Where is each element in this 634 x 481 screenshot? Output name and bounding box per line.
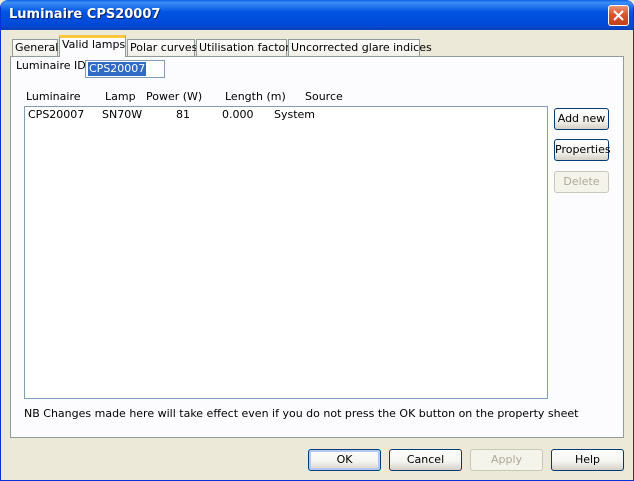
tab-polar-curves[interactable]: Polar curves — [127, 39, 197, 57]
window-title: Luminaire CPS20007 — [9, 7, 161, 22]
cell-power: 81 — [176, 108, 190, 121]
delete-button[interactable]: Delete — [554, 171, 609, 193]
column-header-luminaire[interactable]: Luminaire — [26, 90, 81, 103]
column-header-lamp[interactable]: Lamp — [105, 90, 136, 103]
column-header-power[interactable]: Power (W) — [146, 90, 202, 103]
cell-length: 0.000 — [222, 108, 254, 121]
apply-button[interactable]: Apply — [470, 449, 543, 471]
tab-uncorrected-glare-indices[interactable]: Uncorrected glare indices — [288, 39, 432, 57]
cell-lamp: SN70W — [102, 108, 143, 121]
cell-source: System — [274, 108, 316, 121]
luminaire-id-label: Luminaire ID — [16, 59, 86, 72]
column-header-source[interactable]: Source — [305, 90, 343, 103]
tab-valid-lamps[interactable]: Valid lamps — [59, 35, 126, 57]
changes-note: NB Changes made here will take effect ev… — [24, 407, 579, 420]
close-button[interactable] — [608, 5, 629, 26]
luminaire-id-value: CPS20007 — [88, 62, 147, 76]
cell-luminaire: CPS20007 — [28, 108, 85, 121]
tab-utilisation-factors[interactable]: Utilisation factors — [196, 39, 296, 57]
luminaire-id-field[interactable]: CPS20007 — [85, 60, 165, 78]
help-button[interactable]: Help — [551, 449, 624, 471]
ok-button[interactable]: OK — [308, 449, 381, 471]
title-bar[interactable]: Luminaire CPS20007 — [1, 0, 633, 30]
lamps-list[interactable] — [24, 106, 548, 399]
properties-button[interactable]: Properties — [554, 139, 611, 161]
cancel-button[interactable]: Cancel — [389, 449, 462, 471]
add-new-button[interactable]: Add new — [554, 108, 609, 130]
tab-general[interactable]: General — [12, 39, 58, 57]
column-header-length[interactable]: Length (m) — [225, 90, 286, 103]
